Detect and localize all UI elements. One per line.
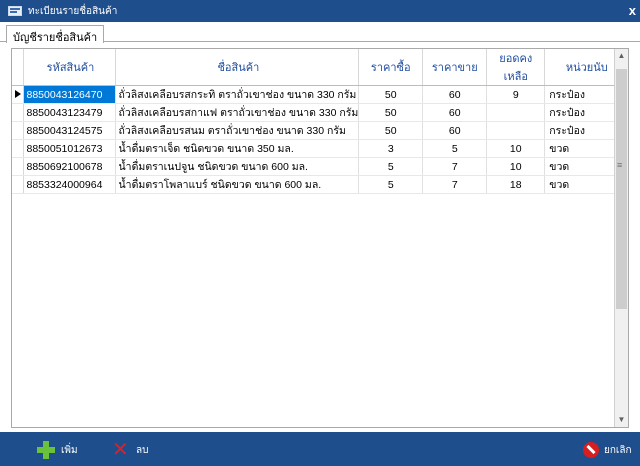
cell-name[interactable]: น้ำดื่มตราเนปจูน ชนิดขวด ขนาด 600 มล. xyxy=(115,157,360,176)
product-grid[interactable]: รหัสสินค้า ชื่อสินค้า ราคาซื้อ ราคาขาย ย… xyxy=(11,48,629,428)
cell-sell-price[interactable]: 60 xyxy=(422,103,488,122)
cell-buy-price[interactable]: 50 xyxy=(358,103,424,122)
cell-code[interactable]: 8850043126470 xyxy=(23,85,116,104)
cell-stock[interactable]: 10 xyxy=(486,157,546,176)
cell-unit[interactable]: ขวด xyxy=(544,175,626,194)
delete-button-label: ลบ xyxy=(136,444,149,456)
grid-header-row: รหัสสินค้า ชื่อสินค้า ราคาซื้อ ราคาขาย ย… xyxy=(12,49,626,86)
table-row[interactable]: 8850692100678 น้ำดื่มตราเนปจูน ชนิดขวด ข… xyxy=(12,157,626,176)
row-header[interactable] xyxy=(12,157,24,176)
cell-buy-price[interactable]: 5 xyxy=(358,157,424,176)
column-header-code[interactable]: รหัสสินค้า xyxy=(23,49,116,86)
close-icon[interactable]: x xyxy=(629,3,636,18)
cell-sell-price[interactable]: 60 xyxy=(422,85,488,104)
cancel-button[interactable]: ยกเลิก xyxy=(583,440,632,460)
cell-buy-price[interactable]: 3 xyxy=(358,139,424,158)
column-header-sell-price[interactable]: ราคาขาย xyxy=(422,49,488,86)
cell-unit[interactable]: ขวด xyxy=(544,139,626,158)
cell-code[interactable]: 8853324000964 xyxy=(23,175,116,194)
scroll-grip-icon: ≡ xyxy=(617,160,623,170)
add-button[interactable]: เพิ่ม xyxy=(37,440,78,460)
delete-x-icon: ✕ xyxy=(112,439,129,461)
column-header-unit[interactable]: หน่วยนับ xyxy=(544,49,626,86)
cell-code[interactable]: 8850051012673 xyxy=(23,139,116,158)
app-window-icon xyxy=(8,5,22,17)
row-header-corner xyxy=(12,49,24,86)
product-table: รหัสสินค้า ชื่อสินค้า ราคาซื้อ ราคาขาย ย… xyxy=(12,49,626,194)
cell-sell-price[interactable]: 7 xyxy=(422,175,488,194)
table-row[interactable]: 8850043126470 ถั่วลิสงเคลือบรสกระทิ ตราถ… xyxy=(12,85,626,104)
scrollbar-thumb[interactable] xyxy=(616,69,627,309)
cell-code[interactable]: 8850043123479 xyxy=(23,103,116,122)
row-header[interactable] xyxy=(12,103,24,122)
cell-unit[interactable]: กระป๋อง xyxy=(544,85,626,104)
cell-code[interactable]: 8850043124575 xyxy=(23,121,116,140)
cell-unit[interactable]: กระป๋อง xyxy=(544,103,626,122)
cell-stock[interactable] xyxy=(486,103,546,122)
cell-unit[interactable]: กระป๋อง xyxy=(544,121,626,140)
cancel-icon xyxy=(583,442,599,458)
cell-name[interactable]: น้ำดื่มตราเจ็ด ชนิดขวด ขนาด 350 มล. xyxy=(115,139,360,158)
add-button-label: เพิ่ม xyxy=(61,444,78,456)
cell-unit[interactable]: ขวด xyxy=(544,157,626,176)
cell-name[interactable]: ถั่วลิสงเคลือบรสกาแฟ ตราถั่วเขาช่อง ขนาด… xyxy=(115,103,360,122)
column-header-buy-price[interactable]: ราคาซื้อ xyxy=(358,49,424,86)
table-row[interactable]: 8850051012673 น้ำดื่มตราเจ็ด ชนิดขวด ขนา… xyxy=(12,139,626,158)
cell-code[interactable]: 8850692100678 xyxy=(23,157,116,176)
row-header[interactable] xyxy=(12,85,24,104)
cancel-button-label: ยกเลิก xyxy=(604,444,632,456)
cell-buy-price[interactable]: 5 xyxy=(358,175,424,194)
column-header-name[interactable]: ชื่อสินค้า xyxy=(115,49,360,86)
row-header[interactable] xyxy=(12,121,24,140)
cell-stock[interactable]: 18 xyxy=(486,175,546,194)
delete-button[interactable]: ✕ ลบ xyxy=(112,440,148,460)
cell-stock[interactable]: 9 xyxy=(486,85,546,104)
cell-sell-price[interactable]: 5 xyxy=(422,139,488,158)
cell-name[interactable]: ถั่วลิสงเคลือบรสกระทิ ตราถั่วเขาช่อง ขนา… xyxy=(115,85,360,104)
window-title: ทะเบียนรายชื่อสินค้า xyxy=(28,5,118,17)
bottom-toolbar: เพิ่ม ✕ ลบ ยกเลิก xyxy=(0,432,640,466)
title-bar: ทะเบียนรายชื่อสินค้า x xyxy=(0,0,640,22)
table-row[interactable]: 8850043124575 ถั่วลิสงเคลือบรสนม ตราถั่ว… xyxy=(12,121,626,140)
cell-name[interactable]: น้ำดื่มตราโพลาแบร์ ชนิดขวด ขนาด 600 มล. xyxy=(115,175,360,194)
cell-stock[interactable] xyxy=(486,121,546,140)
plus-icon xyxy=(37,441,55,459)
cell-buy-price[interactable]: 50 xyxy=(358,121,424,140)
row-header[interactable] xyxy=(12,139,24,158)
table-row[interactable]: 8850043123479 ถั่วลิสงเคลือบรสกาแฟ ตราถั… xyxy=(12,103,626,122)
cell-stock[interactable]: 10 xyxy=(486,139,546,158)
scroll-down-icon[interactable]: ▼ xyxy=(615,413,628,427)
column-header-stock[interactable]: ยอดคงเหลือ xyxy=(486,49,546,86)
cell-buy-price[interactable]: 50 xyxy=(358,85,424,104)
vertical-scrollbar[interactable]: ▲ ≡ ▼ xyxy=(614,49,628,427)
tab-product-list[interactable]: บัญชีรายชื่อสินค้า xyxy=(6,25,105,44)
current-row-arrow-icon xyxy=(15,90,21,98)
cell-sell-price[interactable]: 60 xyxy=(422,121,488,140)
scroll-up-icon[interactable]: ▲ xyxy=(615,49,628,63)
row-header[interactable] xyxy=(12,175,24,194)
table-row[interactable]: 8853324000964 น้ำดื่มตราโพลาแบร์ ชนิดขวด… xyxy=(12,175,626,194)
cell-sell-price[interactable]: 7 xyxy=(422,157,488,176)
cell-name[interactable]: ถั่วลิสงเคลือบรสนม ตราถั่วเขาช่อง ขนาด 3… xyxy=(115,121,360,140)
tab-bar: บัญชีรายชื่อสินค้า xyxy=(0,22,640,44)
